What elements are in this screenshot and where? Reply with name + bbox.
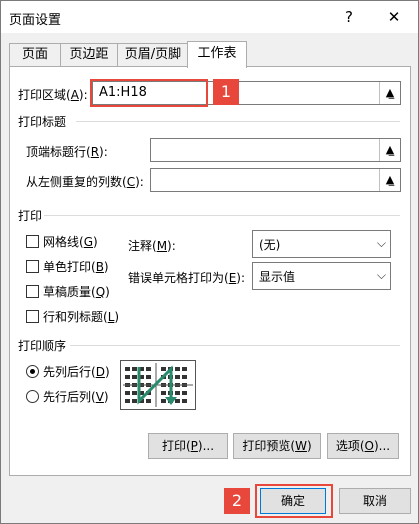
print-heading: 打印 xyxy=(18,209,43,223)
highlight-box-1 xyxy=(90,79,208,107)
tab-label: 工作表 xyxy=(197,46,237,61)
sheet-panel: 打印区域(A): A1:H18 ▲̲ 1 打印标题 顶端标题行(R): ▲̲ 从… xyxy=(9,66,411,476)
comments-select[interactable]: (无) ⌵ xyxy=(252,230,391,258)
cell-errors-select[interactable]: 显示值 ⌵ xyxy=(252,262,391,290)
gridlines-checkbox[interactable] xyxy=(26,235,39,248)
page-setup-dialog: 页面设置 ? ✕ 页面 页边距 页眉/页脚 工作表 打印区域(A): A1:H1… xyxy=(0,0,419,524)
collapse-dialog-icon[interactable]: ▲̲ xyxy=(379,169,400,191)
ok-button[interactable]: 确定 xyxy=(260,488,326,514)
row-column-headings-checkbox[interactable] xyxy=(26,310,39,323)
print-area-label: 打印区域(A): xyxy=(18,88,88,102)
rows-to-repeat-input[interactable]: ▲̲ xyxy=(150,138,401,162)
cancel-button[interactable]: 取消 xyxy=(339,488,411,514)
rows-to-repeat-label: 顶端标题行(R): xyxy=(26,145,108,159)
columns-to-repeat-input[interactable]: ▲̲ xyxy=(150,168,401,192)
title-bar: 页面设置 ? ✕ xyxy=(1,1,418,33)
help-icon[interactable]: ? xyxy=(334,5,364,29)
down-then-over-radio[interactable] xyxy=(26,365,39,378)
cell-errors-label: 错误单元格打印为(E): xyxy=(128,271,246,285)
down-then-over-label: 先列后行(D) xyxy=(43,365,110,379)
black-and-white-checkbox[interactable] xyxy=(26,260,39,273)
print-button[interactable]: 打印(P)... xyxy=(148,433,228,459)
over-then-down-radio[interactable] xyxy=(26,390,39,403)
page-order-diagram-icon xyxy=(123,363,193,407)
collapse-dialog-icon[interactable]: ▲̲ xyxy=(379,139,400,161)
tab-header-footer[interactable]: 页眉/页脚 xyxy=(117,43,189,66)
gridlines-label: 网格线(G) xyxy=(43,235,98,249)
draft-quality-label: 草稿质量(Q) xyxy=(43,285,110,299)
step-badge-1: 1 xyxy=(213,79,239,105)
tab-page[interactable]: 页面 xyxy=(9,43,61,66)
comments-value: (无) xyxy=(259,238,281,252)
draft-quality-checkbox[interactable] xyxy=(26,285,39,298)
divider xyxy=(44,215,400,216)
tab-margins[interactable]: 页边距 xyxy=(60,43,118,66)
options-button[interactable]: 选项(O)... xyxy=(327,433,399,459)
page-order-heading: 打印顺序 xyxy=(18,339,67,353)
dialog-title: 页面设置 xyxy=(9,13,62,28)
over-then-down-label: 先行后列(V) xyxy=(43,390,109,404)
tab-sheet[interactable]: 工作表 xyxy=(187,41,247,68)
tab-label: 页面 xyxy=(21,47,48,62)
close-icon[interactable]: ✕ xyxy=(379,5,409,29)
collapse-dialog-icon[interactable]: ▲̲ xyxy=(379,82,400,104)
row-column-headings-label: 行和列标题(L) xyxy=(43,310,120,324)
step-badge-2: 2 xyxy=(224,488,250,514)
print-titles-heading: 打印标题 xyxy=(18,115,67,129)
cell-errors-value: 显示值 xyxy=(259,270,296,284)
page-order-preview xyxy=(120,360,196,410)
print-preview-button[interactable]: 打印预览(W) xyxy=(233,433,321,459)
chevron-down-icon: ⌵ xyxy=(376,268,386,282)
black-and-white-label: 单色打印(B) xyxy=(43,260,109,274)
divider xyxy=(70,345,400,346)
comments-label: 注释(M): xyxy=(128,239,176,253)
tab-label: 页眉/页脚 xyxy=(124,47,182,62)
columns-to-repeat-label: 从左侧重复的列数(C): xyxy=(26,175,144,189)
chevron-down-icon: ⌵ xyxy=(376,236,386,250)
divider xyxy=(76,121,400,122)
tab-label: 页边距 xyxy=(69,47,109,62)
